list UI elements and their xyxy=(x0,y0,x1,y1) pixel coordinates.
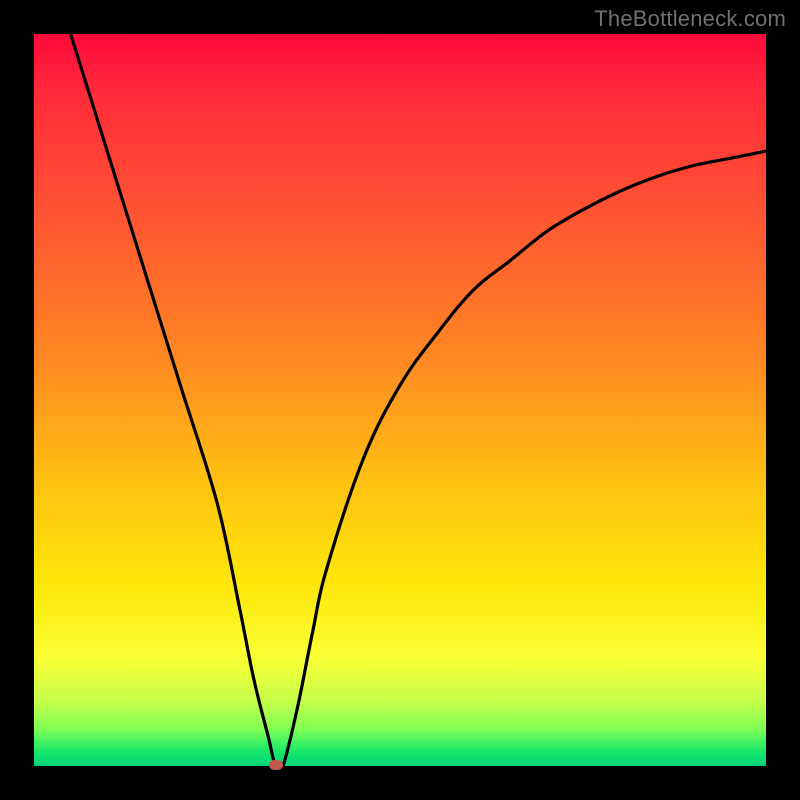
chart-frame: TheBottleneck.com xyxy=(0,0,800,800)
watermark-text: TheBottleneck.com xyxy=(594,6,786,32)
plot-area xyxy=(34,34,766,766)
bottleneck-curve xyxy=(34,34,766,766)
minimum-marker xyxy=(269,760,283,770)
